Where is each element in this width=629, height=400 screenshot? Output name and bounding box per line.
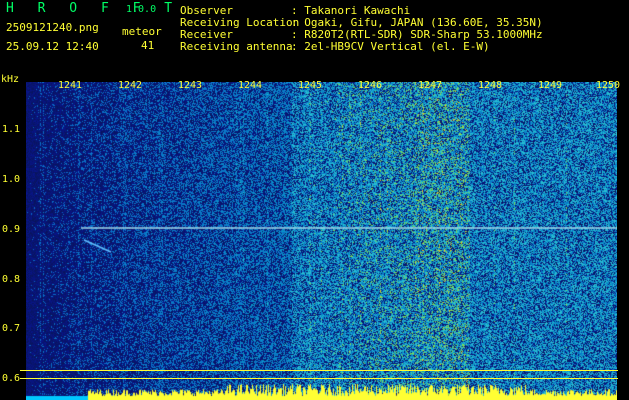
file-datetime: 25.09.12 12:40 [6,40,99,53]
file-name: 2509121240.png [6,21,99,34]
x-tick-label: 1241 [58,80,83,91]
y-tick-label: 1.0 [2,174,21,185]
x-tick-label: 1243 [178,80,203,91]
app-version: 1.0.0 [126,4,157,15]
y-tick-label: 0.7 [2,323,21,334]
y-tick-label: 1.1 [2,124,21,135]
x-tick-label: 1247 [418,80,443,91]
axis-unit-label: kHz [1,74,20,85]
reference-line [20,370,618,371]
reference-line [20,378,618,379]
x-tick-label: 1242 [118,80,143,91]
x-tick-label: 1249 [538,80,563,91]
x-tick-label: 1245 [298,80,323,91]
spectrogram-canvas [26,82,617,400]
meteor-count: 41 [141,39,155,52]
info-value-antenna: : 2el-HB9CV Vertical (el. E-W) [291,40,490,53]
info-label-antenna: Receiving antenna [180,40,293,53]
x-tick-label: 1246 [358,80,383,91]
y-tick-label: 0.8 [2,274,21,285]
meteor-label: meteor [122,25,162,38]
y-tick-label: 0.6 [2,373,21,384]
x-tick-label: 1250 [596,80,621,91]
x-tick-label: 1248 [478,80,503,91]
y-tick-label: 0.9 [2,224,21,235]
x-tick-label: 1244 [238,80,263,91]
